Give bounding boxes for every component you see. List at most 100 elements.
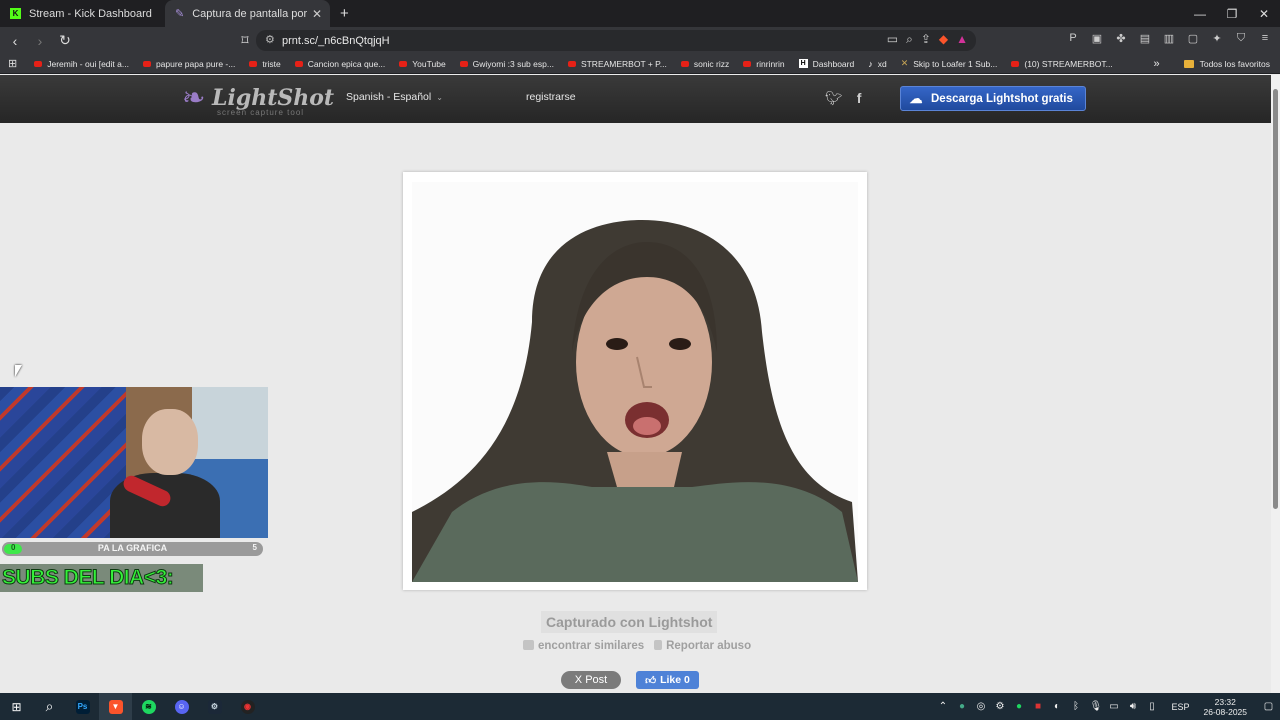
- image-actions: encontrar similares Reportar abuso: [523, 640, 751, 652]
- bluetooth-icon[interactable]: ᛒ: [1071, 701, 1082, 712]
- start-button[interactable]: ⊞: [0, 693, 33, 720]
- bookmark-item[interactable]: triste: [242, 59, 287, 69]
- forward-icon[interactable]: ›: [30, 31, 50, 51]
- app-icon: ◉: [240, 699, 255, 714]
- scrollbar-thumb[interactable]: [1273, 89, 1278, 509]
- microphone-tray-icon[interactable]: 🎙︎: [1090, 701, 1103, 712]
- bookmark-page-icon[interactable]: ⌑: [235, 31, 255, 51]
- bookmark-item[interactable]: STREAMERBOT + P...: [561, 59, 674, 69]
- clock[interactable]: 23:32 26-08-2025: [1204, 697, 1247, 717]
- taskbar-discord[interactable]: ☺: [165, 693, 198, 720]
- find-similar-link[interactable]: encontrar similares: [523, 640, 644, 652]
- download-lightshot-button[interactable]: ☁ Descarga Lightshot gratis: [900, 86, 1086, 111]
- bookmark-item[interactable]: YouTube: [392, 59, 452, 69]
- leo-ai-icon[interactable]: ✦: [1210, 32, 1224, 45]
- bookmark-item[interactable]: ♪ xd: [861, 59, 893, 69]
- portrait-illustration: [412, 220, 858, 582]
- address-bar[interactable]: ⚙ prnt.sc/_n6cBnQtqjqH ▭ ⌕ ⇪ ◆ ▲: [256, 30, 976, 51]
- tab-lightshot[interactable]: ✎ Captura de pantalla por Lightsh ✕: [165, 0, 330, 27]
- bookmark-item[interactable]: Jeremih - oui [edit a...: [27, 59, 136, 69]
- vpn-icon[interactable]: ⛉: [1234, 32, 1248, 45]
- language-selector[interactable]: Spanish - Español ⌄: [346, 91, 443, 103]
- bookmark-item[interactable]: (10) STREAMERBOT...: [1004, 59, 1119, 69]
- bookmark-item[interactable]: Cancion epica que...: [288, 59, 393, 69]
- tray-obs-icon[interactable]: ◐: [1052, 701, 1063, 712]
- menu-icon[interactable]: ≡: [1258, 32, 1272, 45]
- taskbar-spotify[interactable]: ≋: [132, 693, 165, 720]
- volume-icon[interactable]: 🔊︎: [1128, 701, 1139, 712]
- folder-icon: [1183, 59, 1194, 68]
- register-link[interactable]: registrarse: [526, 91, 576, 103]
- apps-grid-icon[interactable]: ⊞: [0, 57, 27, 70]
- battery-icon[interactable]: ▯: [1147, 701, 1158, 712]
- close-tab-icon[interactable]: ✕: [312, 7, 322, 21]
- tray-brave-icon[interactable]: ◎: [976, 701, 987, 712]
- brave-shield-icon[interactable]: ◆: [939, 32, 948, 47]
- extensions-puzzle-icon[interactable]: ✤: [1114, 32, 1128, 45]
- facebook-icon[interactable]: f: [857, 90, 862, 107]
- site-header: ❧ LightShot screen capture tool Spanish …: [0, 75, 1280, 123]
- youtube-icon: [743, 60, 752, 67]
- new-tab-button[interactable]: +: [330, 0, 359, 27]
- tab-title: Stream - Kick Dashboard: [29, 7, 152, 20]
- minimize-icon[interactable]: —: [1184, 0, 1216, 27]
- input-language[interactable]: ESP: [1172, 702, 1190, 712]
- twitter-icon[interactable]: 🐦︎: [825, 90, 843, 107]
- brave-icon: ▼: [108, 699, 123, 714]
- share-icon[interactable]: ⇪: [921, 32, 931, 47]
- page-scrollbar[interactable]: [1271, 75, 1280, 693]
- facebook-like-button[interactable]: 👍︎ Like 0: [636, 671, 699, 689]
- taskbar-photoshop[interactable]: Ps: [66, 693, 99, 720]
- tray-steam-icon[interactable]: ⚙: [995, 701, 1006, 712]
- cast-icon[interactable]: ▭: [887, 32, 898, 47]
- sub-goal-bar: 0 PA LA GRAFICA 5: [2, 542, 263, 556]
- bookmark-item[interactable]: ✕ Skip to Loafer 1 Sub...: [894, 58, 1005, 69]
- taskbar-app[interactable]: ◉: [231, 693, 264, 720]
- chevron-up-icon[interactable]: ⌃: [938, 701, 949, 712]
- back-icon[interactable]: ‹: [5, 31, 25, 51]
- extensions-bar: P ▣ ✤ ▤ ▥ ▢ ✦ ⛉ ≡: [1066, 32, 1272, 45]
- youtube-icon: [399, 60, 408, 67]
- taskbar-steam[interactable]: ⚙: [198, 693, 231, 720]
- more-bookmarks-icon[interactable]: »: [1153, 58, 1159, 70]
- x-post-button[interactable]: X Post: [561, 671, 621, 689]
- youtube-icon: [294, 60, 303, 67]
- notifications-icon[interactable]: ▢: [1263, 701, 1274, 712]
- tiktok-icon: ♪: [868, 58, 873, 69]
- tab-kick-dashboard[interactable]: K Stream - Kick Dashboard: [0, 0, 165, 27]
- site-info-icon[interactable]: ⚙: [265, 33, 275, 46]
- extension-image-icon[interactable]: ▣: [1090, 32, 1104, 45]
- close-window-icon[interactable]: ✕: [1248, 0, 1280, 27]
- kick-icon: K: [10, 8, 21, 19]
- feather-logo-icon: ❧: [182, 82, 206, 113]
- bookmark-item[interactable]: rinrinrin: [736, 59, 791, 69]
- reload-icon[interactable]: ↻: [55, 31, 75, 51]
- tray-app-icon[interactable]: ●: [957, 701, 968, 712]
- tray-spotify-icon[interactable]: ●: [1014, 701, 1025, 712]
- network-icon[interactable]: ▭: [1109, 701, 1120, 712]
- extension-p-icon[interactable]: P: [1066, 32, 1080, 45]
- taskbar-brave[interactable]: ▼: [99, 693, 132, 720]
- all-bookmarks[interactable]: Todos los favoritos: [1200, 59, 1270, 69]
- webcam-overlay: [0, 387, 268, 538]
- bookmark-item[interactable]: Gwiyomi :3 sub esp...: [453, 59, 561, 69]
- zoom-icon[interactable]: ⌕: [906, 32, 913, 47]
- wallet-icon[interactable]: ▢: [1186, 32, 1200, 45]
- discord-icon: ☺: [174, 699, 189, 714]
- search-button[interactable]: ⌕: [33, 693, 66, 720]
- extension-media-icon[interactable]: ▤: [1138, 32, 1152, 45]
- bookmark-item[interactable]: papure papa pure -...: [136, 59, 242, 69]
- lightshot-logo[interactable]: ❧ LightShot screen capture tool: [182, 81, 334, 117]
- sidebar-icon[interactable]: ▥: [1162, 32, 1176, 45]
- restore-icon[interactable]: ❐: [1216, 0, 1248, 27]
- brave-rewards-icon[interactable]: ▲: [956, 32, 968, 47]
- youtube-icon: [567, 60, 576, 67]
- social-links: 🐦︎ f: [825, 90, 861, 107]
- report-abuse-link[interactable]: Reportar abuso: [654, 640, 751, 652]
- screenshot-image[interactable]: [412, 182, 858, 582]
- tray-red-icon[interactable]: ■: [1033, 701, 1044, 712]
- youtube-icon: [680, 60, 689, 67]
- bookmark-item[interactable]: H Dashboard: [792, 59, 862, 69]
- streamer-face: [142, 409, 198, 475]
- bookmark-item[interactable]: sonic rizz: [674, 59, 736, 69]
